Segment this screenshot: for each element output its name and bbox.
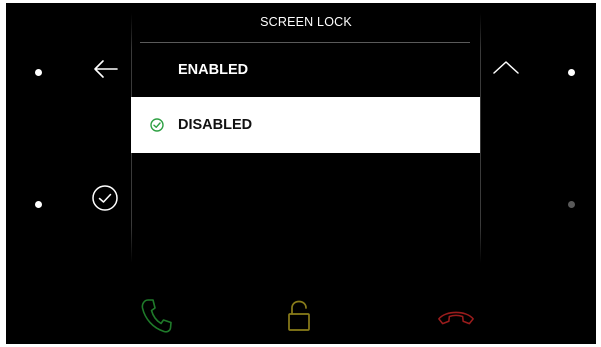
unlock-icon — [288, 300, 310, 331]
hangup-call-button[interactable] — [436, 296, 476, 336]
left-bottom-dot — [35, 201, 42, 208]
device-screen: SCREEN LOCK ENABLED DISABLED — [6, 3, 596, 344]
right-top-dot — [568, 69, 575, 76]
chevron-up-icon — [493, 61, 519, 74]
option-disabled-label: DISABLED — [178, 117, 253, 133]
left-top-dot — [35, 69, 42, 76]
phone-hangup-icon — [438, 311, 474, 325]
scroll-up-button[interactable] — [491, 57, 521, 77]
back-button[interactable] — [92, 55, 120, 83]
check-circle-icon — [150, 118, 164, 132]
unlock-button[interactable] — [279, 296, 319, 336]
option-enabled-label: ENABLED — [178, 62, 249, 78]
page-title: SCREEN LOCK — [260, 15, 352, 29]
arrow-left-icon — [94, 60, 118, 78]
right-bottom-dot — [568, 201, 575, 208]
option-disabled[interactable]: DISABLED — [131, 97, 480, 153]
right-divider — [480, 13, 481, 263]
option-enabled[interactable]: ENABLED — [131, 43, 480, 97]
check-circle-icon — [92, 185, 118, 211]
phone-answer-icon — [141, 299, 172, 333]
answer-call-button[interactable] — [136, 296, 176, 336]
confirm-button[interactable] — [90, 183, 120, 213]
